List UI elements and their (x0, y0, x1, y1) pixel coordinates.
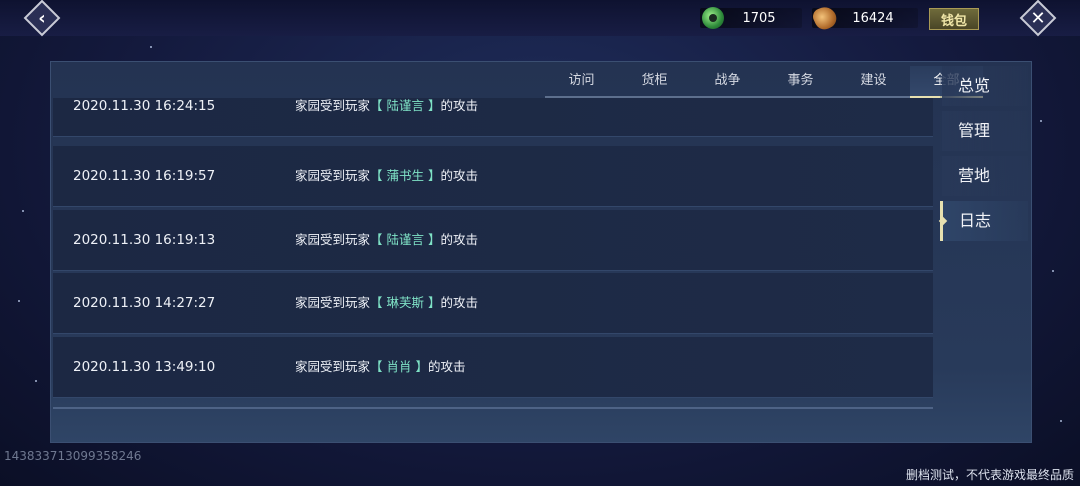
player-name[interactable]: 【 肖肖 】 (370, 359, 428, 374)
close-button[interactable]: ✕ (1019, 0, 1057, 37)
player-id: 14383371309935824​6 (4, 449, 142, 463)
test-notice: 删档测试，不代表游戏最终品质 (905, 468, 1074, 482)
wallet-button[interactable]: 钱包 (929, 8, 979, 30)
coin-currency: 16424 (810, 3, 918, 33)
player-name[interactable]: 【 陆谨言 】 (370, 232, 440, 247)
coin-amount: 16424 (852, 10, 894, 26)
list-divider (53, 407, 933, 409)
log-message: 家园受到玩家【 肖肖 】的攻击 (295, 359, 466, 374)
log-time: 2020.11.30 16:19:57 (73, 168, 216, 184)
side-item-camp[interactable]: 营地 (940, 156, 1028, 196)
log-time: 2020.11.30 14:27:27 (73, 295, 216, 311)
jade-icon (702, 7, 724, 29)
side-item-manage[interactable]: 管理 (940, 111, 1028, 151)
log-row: 2020.11.30 14:27:27 家园受到玩家【 琳芙斯 】的攻击 (53, 273, 933, 334)
log-message: 家园受到玩家【 蒲书生 】的攻击 (295, 168, 478, 183)
close-icon: ✕ (1030, 7, 1046, 29)
log-row: 2020.11.30 13:49:10 家园受到玩家【 肖肖 】的攻击 (53, 337, 933, 398)
log-message: 家园受到玩家【 琳芙斯 】的攻击 (295, 295, 478, 310)
tab-cabinet[interactable]: 货柜 (618, 66, 691, 98)
log-message: 家园受到玩家【 陆谨言 】的攻击 (295, 232, 478, 247)
jade-amount: 1705 (742, 10, 776, 26)
side-item-log[interactable]: 日志 (940, 201, 1028, 241)
jade-currency: 1705 (700, 7, 802, 29)
log-list[interactable]: 2020.11.30 16:24:15 家园受到玩家【 陆谨言 】的攻击 202… (53, 98, 933, 408)
tab-build[interactable]: 建设 (837, 66, 910, 98)
log-time: 2020.11.30 16:19:13 (73, 232, 216, 248)
log-time: 2020.11.30 13:49:10 (73, 359, 216, 375)
log-row: 2020.11.30 16:24:15 家园受到玩家【 陆谨言 】的攻击 (53, 98, 933, 137)
log-row: 2020.11.30 16:19:13 家园受到玩家【 陆谨言 】的攻击 (53, 210, 933, 271)
log-row: 2020.11.30 16:19:57 家园受到玩家【 蒲书生 】的攻击 (53, 146, 933, 207)
filter-tabs: 访问 货柜 战争 事务 建设 全部 (545, 66, 983, 98)
tab-war[interactable]: 战争 (691, 66, 764, 98)
log-time: 2020.11.30 16:24:15 (73, 98, 216, 114)
player-name[interactable]: 【 琳芙斯 】 (370, 295, 440, 310)
log-panel: 访问 货柜 战争 事务 建设 全部 2020.11.30 16:24:15 家园… (50, 61, 1032, 443)
player-name[interactable]: 【 陆谨言 】 (370, 98, 440, 113)
top-bar: ‹ 1705 16424 钱包 ✕ (0, 0, 1080, 37)
back-button[interactable]: ‹ (23, 0, 61, 37)
player-name[interactable]: 【 蒲书生 】 (370, 168, 440, 183)
back-chevron-icon: ‹ (38, 7, 46, 29)
side-item-overview[interactable]: 总览 (940, 66, 1028, 106)
tab-visit[interactable]: 访问 (545, 66, 618, 98)
log-message: 家园受到玩家【 陆谨言 】的攻击 (295, 98, 478, 113)
tab-affairs[interactable]: 事务 (764, 66, 837, 98)
